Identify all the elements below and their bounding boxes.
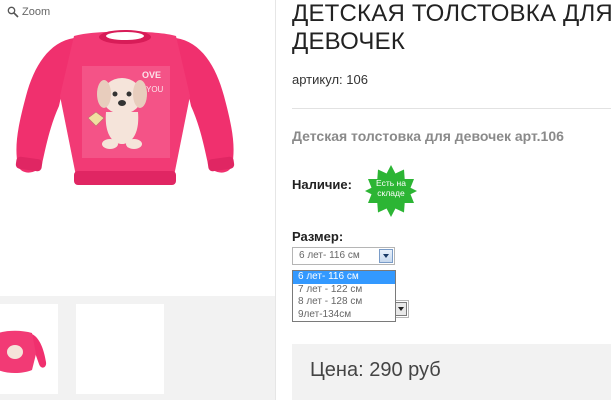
column-divider	[275, 0, 276, 400]
product-main-image[interactable]: OVE YOU	[4, 26, 264, 206]
product-title: ДЕТСКАЯ ТОЛСТОВКА ДЛЯ ДЕВОЧЕК	[292, 0, 611, 55]
sku-line: артикул: 106	[292, 72, 368, 87]
product-gallery: Zoom OVE YOU	[0, 0, 275, 400]
chevron-down-icon[interactable]	[379, 249, 393, 263]
size-dropdown-list[interactable]: 6 лет- 116 см 7 лет - 122 см 8 лет - 128…	[292, 270, 396, 322]
size-option[interactable]: 6 лет- 116 см	[293, 271, 395, 284]
divider	[292, 108, 611, 109]
thumbnail-strip	[0, 296, 275, 400]
zoom-label: Zoom	[22, 6, 51, 18]
size-select-value: 6 лет- 116 см	[299, 250, 360, 261]
sku-label: артикул:	[292, 72, 343, 87]
size-label: Размер:	[292, 229, 344, 244]
price-box: Цена: 290 руб	[292, 344, 611, 400]
size-select[interactable]: 6 лет- 116 см	[292, 247, 395, 265]
thumbnail-1-image	[0, 330, 47, 373]
thumbnail-2[interactable]	[76, 304, 164, 394]
product-subtitle: Детская толстовка для девочек арт.106	[292, 128, 564, 144]
svg-text:OVE: OVE	[142, 70, 161, 80]
svg-text:YOU: YOU	[146, 85, 164, 94]
price: Цена: 290 руб	[310, 359, 441, 381]
thumbnail-1[interactable]	[0, 304, 58, 394]
magnifier-icon	[7, 6, 19, 18]
size-option[interactable]: 7 лет - 122 см	[293, 284, 395, 297]
zoom-link[interactable]: Zoom	[7, 6, 50, 18]
size-option[interactable]: 9лет-134см	[293, 309, 395, 322]
sku-value: 106	[346, 72, 368, 87]
availability-badge-text: Есть на складе	[376, 178, 406, 198]
size-option[interactable]: 8 лет - 128 см	[293, 296, 395, 309]
availability-label: Наличие:	[292, 177, 352, 192]
